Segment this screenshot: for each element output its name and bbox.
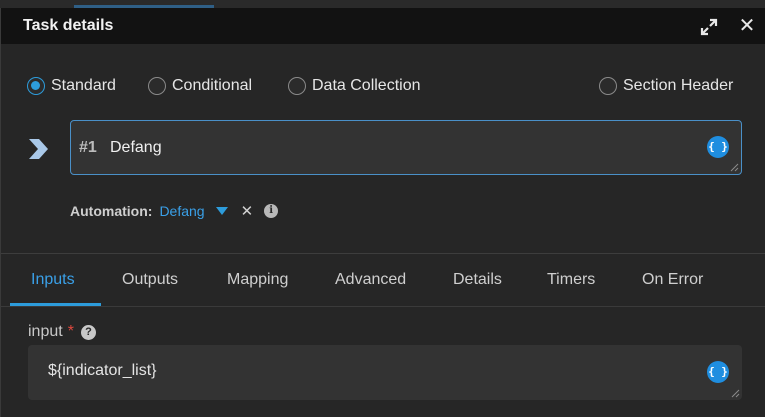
task-type-radio-group: Standard Conditional Data Collection Sec… (1, 77, 765, 97)
tab-details[interactable]: Details (453, 271, 502, 289)
radio-standard[interactable]: Standard (27, 77, 116, 95)
info-icon[interactable]: i (264, 204, 279, 218)
tab-inputs[interactable]: Inputs (31, 271, 75, 289)
tab-mapping[interactable]: Mapping (227, 271, 288, 289)
task-details-dialog: Task details ✕ Standard Conditional Data… (0, 8, 765, 417)
input-field-label: input * ? (28, 323, 96, 341)
task-number: #1 (79, 139, 97, 156)
close-icon[interactable]: ✕ (737, 16, 757, 36)
input-label-text: input (28, 323, 63, 340)
expand-icon[interactable] (699, 17, 719, 37)
task-name-field[interactable]: #1 Defang { } (70, 120, 742, 175)
variable-insert-icon[interactable]: { } (707, 361, 729, 383)
automation-label: Automation: (70, 203, 153, 219)
variable-insert-icon[interactable]: { } (707, 136, 729, 158)
caret-down-icon[interactable] (215, 206, 229, 216)
radio-section-header[interactable]: Section Header (599, 77, 733, 95)
task-chevron-icon (29, 139, 48, 159)
radio-label: Conditional (172, 77, 253, 94)
input-value-field[interactable]: ${indicator_list} { } (28, 345, 742, 400)
dialog-title: Task details (23, 17, 114, 34)
tab-outputs[interactable]: Outputs (122, 271, 178, 289)
radio-circle[interactable] (27, 77, 45, 95)
tabs-divider (1, 306, 765, 307)
task-name-value[interactable]: Defang (110, 139, 162, 157)
clear-automation-icon[interactable]: ✕ (241, 202, 254, 220)
tab-on-error[interactable]: On Error (642, 271, 703, 289)
dialog-title-bar: Task details ✕ (1, 8, 765, 44)
radio-data-collection[interactable]: Data Collection (288, 77, 421, 95)
background-strip (0, 0, 765, 8)
radio-circle[interactable] (288, 77, 306, 95)
radio-circle[interactable] (599, 77, 617, 95)
help-icon[interactable]: ? (80, 324, 96, 340)
resize-handle-icon[interactable] (731, 389, 740, 398)
input-value-text[interactable]: ${indicator_list} (48, 362, 157, 380)
radio-circle[interactable] (148, 77, 166, 95)
automation-row: Automation: Defang ✕ i (70, 202, 279, 220)
radio-label: Data Collection (312, 77, 421, 94)
automation-value[interactable]: Defang (159, 203, 204, 219)
radio-label: Standard (51, 77, 116, 94)
resize-handle-icon[interactable] (730, 163, 739, 172)
radio-label: Section Header (623, 77, 734, 94)
tab-advanced[interactable]: Advanced (335, 271, 406, 289)
task-tabs: Inputs Outputs Mapping Advanced Details … (1, 254, 765, 306)
required-marker: * (67, 323, 74, 340)
tab-timers[interactable]: Timers (547, 271, 595, 289)
radio-conditional[interactable]: Conditional (148, 77, 252, 95)
